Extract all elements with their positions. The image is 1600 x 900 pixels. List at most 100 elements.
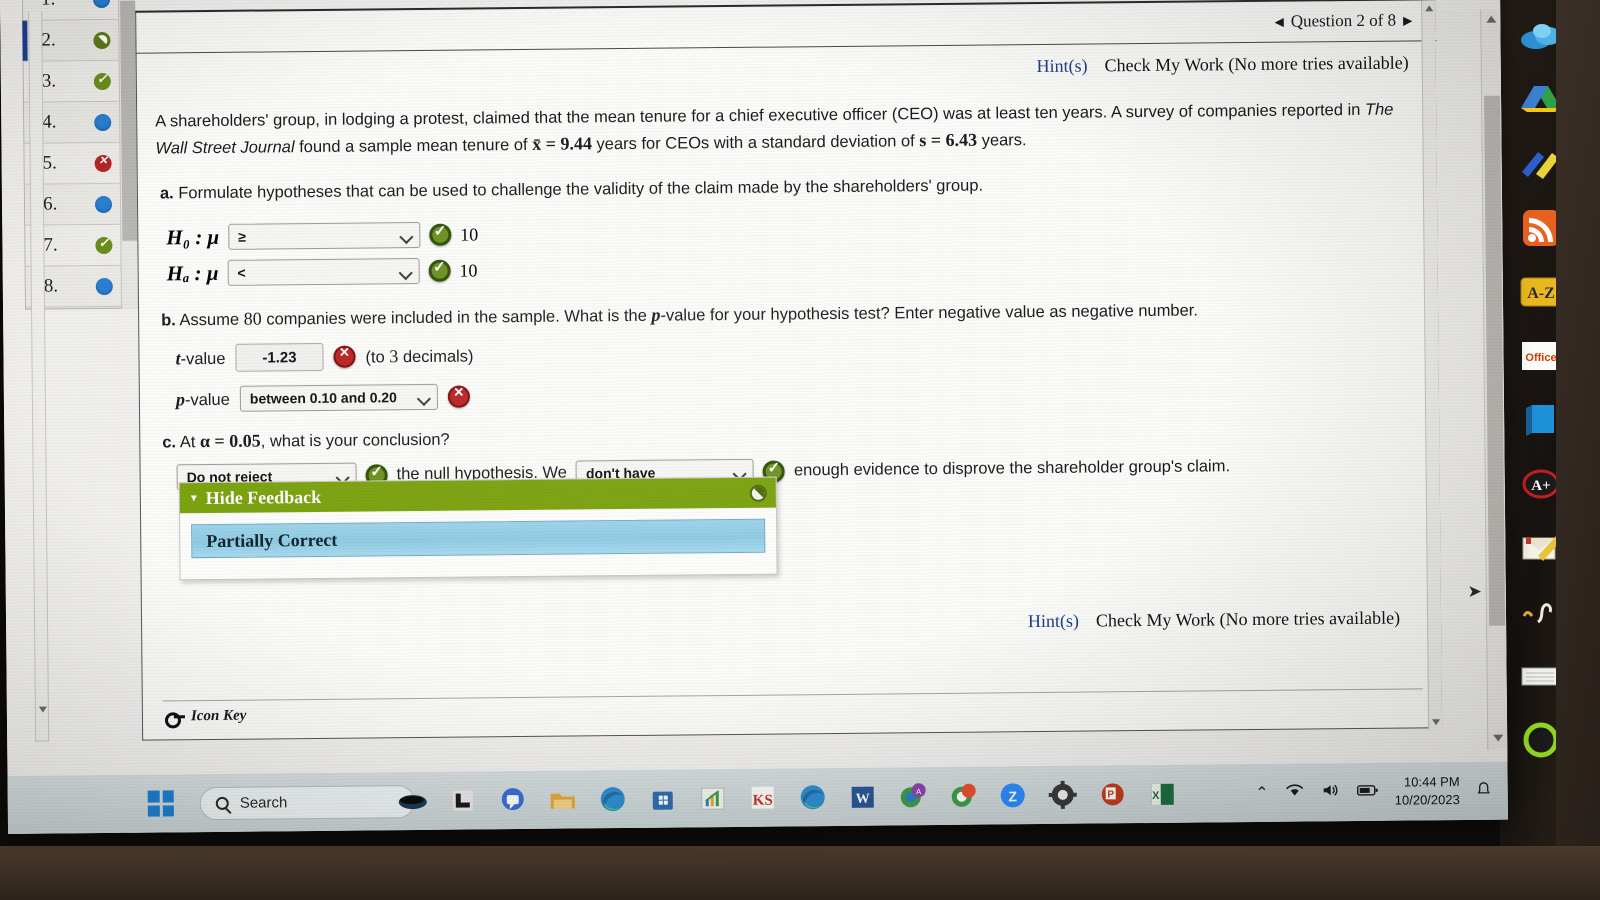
question-card: ◀ Question 2 of 8 ▶ Hint(s) Check My Wor… (135, 0, 1443, 741)
std-dev-expression: s = 6.43 (919, 129, 978, 151)
question-number: 5. (42, 152, 57, 174)
taskbar-app-zoom[interactable]: Z (998, 780, 1028, 810)
card-scrollbar[interactable] (1421, 0, 1443, 731)
question-number: 6. (42, 193, 58, 215)
taskbar-app-files[interactable] (548, 784, 578, 814)
next-question-icon[interactable]: ▶ (1403, 13, 1412, 28)
notification-icon[interactable] (1476, 780, 1492, 801)
stem-part-1: A shareholders' group, in lodging a prot… (155, 100, 1366, 131)
t-value-input[interactable] (235, 342, 324, 372)
sample-mean-expression: x̄ = 9.44 (532, 133, 592, 154)
question-number: 2. (41, 29, 56, 51)
clock-time: 10:44 PM (1403, 774, 1460, 791)
feedback-result-banner: Partially Correct (191, 518, 766, 559)
taskbar-app-edge[interactable] (598, 784, 628, 814)
triangle-down-icon[interactable]: ▼ (189, 493, 199, 504)
t-value-label: t-value (175, 347, 226, 368)
chevron-up-icon[interactable]: ⌃ (1255, 783, 1269, 803)
t-value-incorrect-icon (333, 345, 356, 368)
svg-text:KS: KS (753, 793, 773, 809)
scroll-down-arrow-icon[interactable] (1432, 719, 1441, 726)
hints-link-bottom[interactable]: Hint(s) (1028, 611, 1079, 632)
search-input[interactable]: Search (199, 784, 415, 820)
taskbar-app-word[interactable]: W (848, 782, 878, 812)
scroll-down-arrow-icon[interactable] (38, 706, 47, 713)
svg-text:X: X (1152, 790, 1160, 802)
status-badge-incorrect (94, 154, 112, 172)
p-value-select[interactable]: less than 0.005between 0.005 and 0.01bet… (239, 384, 438, 413)
part-b-text-a: Assume (179, 310, 244, 330)
ha-label: Hₐ : μ (166, 260, 219, 285)
ha-operator-select[interactable]: ≥>≤<= (227, 257, 420, 286)
wifi-icon[interactable] (1285, 782, 1305, 803)
start-icon[interactable] (147, 790, 174, 817)
taskbar-app-chrome-a[interactable]: A (898, 781, 928, 811)
bottom-hint-row: Hint(s) Check My Work (No more tries ava… (1028, 608, 1400, 633)
part-a-label: a. (159, 184, 174, 203)
h0-operator-select[interactable]: ≥>≤<= (228, 221, 421, 250)
ha-correct-icon (428, 259, 451, 282)
taskbar-app-pen[interactable] (398, 786, 428, 816)
svg-text:Z: Z (1008, 788, 1017, 804)
partial-credit-icon (749, 484, 767, 502)
p-value-select-wrap[interactable]: less than 0.005between 0.005 and 0.01bet… (239, 384, 438, 413)
taskbar-app-chrome[interactable] (948, 781, 978, 811)
laptop-screen: i ✕ Questions 1. 2. 3. (0, 0, 1508, 834)
question-number: 4. (42, 111, 57, 133)
feedback-body: Partially Correct (180, 508, 777, 580)
volume-icon[interactable] (1321, 782, 1341, 803)
close-icon[interactable]: ✕ (1463, 0, 1486, 6)
alpha-expression: α = 0.05 (199, 430, 261, 452)
taskbar-app-excel[interactable]: X (1148, 779, 1178, 809)
mouse-cursor-icon: ➤ (1467, 581, 1482, 601)
ha-operator-select-wrap[interactable]: ≥>≤<= (227, 257, 420, 286)
part-b-label: b. (161, 311, 176, 330)
h0-correct-icon (429, 223, 452, 246)
clock-date: 10/20/2023 (1394, 792, 1460, 808)
desk-foreground (0, 846, 1600, 900)
battery-icon[interactable] (1356, 782, 1379, 801)
key-icon (165, 711, 185, 723)
page-scroll-down-icon[interactable] (1493, 734, 1504, 742)
part-b-text-b: companies were included in the sample. W… (261, 306, 652, 329)
taskbar-app-chat[interactable] (498, 785, 528, 815)
question-number: 8. (43, 275, 59, 297)
page-scroll-up-icon[interactable] (1486, 15, 1497, 23)
top-hint-row: Hint(s) Check My Work (No more tries ava… (1037, 52, 1409, 77)
hide-feedback-label: Hide Feedback (205, 486, 322, 508)
svg-text:Office: Office (1525, 352, 1556, 364)
p-value-row: p-value less than 0.005between 0.005 and… (176, 384, 470, 414)
photo-background: A-Z Office A+ 2. 3. ✓ 4. 5. ✕ 6. 7. ✓ 8.… (0, 0, 1600, 900)
taskbar-app-store[interactable] (648, 784, 678, 814)
hints-link-top[interactable]: Hint(s) (1037, 56, 1088, 77)
p-value-label: p-value (175, 389, 230, 410)
h0-constant: 10 (460, 223, 479, 245)
part-c-prompt: c. At α = 0.05, what is your conclusion? (162, 426, 450, 456)
scroll-up-arrow-icon[interactable] (1425, 5, 1434, 12)
taskbar-left-group: Search (147, 784, 415, 821)
part-c-text-a: At (179, 433, 201, 452)
taskbar-app-powerpoint[interactable]: P (1098, 779, 1128, 809)
previous-question-icon[interactable]: ◀ (1274, 14, 1283, 29)
ha-constant: 10 (459, 259, 478, 281)
icon-key-link[interactable]: Icon Key (165, 708, 247, 726)
taskbar-clock[interactable]: 10:44 PM 10/20/2023 (1394, 773, 1460, 809)
stem-part-3: years for CEOs with a standard deviation… (591, 132, 920, 154)
taskbar-app-edge-2[interactable] (798, 782, 828, 812)
taskbar-app-ks[interactable]: KS (748, 783, 778, 813)
search-placeholder: Search (239, 793, 288, 812)
taskbar-app-explorer[interactable] (448, 785, 478, 815)
question-number: 3. (41, 70, 57, 92)
selected-indicator (22, 20, 28, 61)
taskbar-app-chart[interactable] (698, 783, 728, 813)
question-counter: Question 2 of 8 (1290, 10, 1397, 31)
check-my-work-top: Check My Work (No more tries available) (1104, 52, 1409, 76)
conclusion-tail-text: enough evidence to disprove the sharehol… (793, 457, 1231, 480)
question-navigator: ◀ Question 2 of 8 ▶ (1274, 10, 1412, 31)
status-badge-correct (95, 236, 113, 254)
taskbar-app-settings[interactable] (1048, 780, 1078, 810)
h0-operator-select-wrap[interactable]: ≥>≤<= (228, 221, 421, 250)
stem-part-4: years. (976, 131, 1027, 150)
feedback-header[interactable]: ▼ Hide Feedback (179, 477, 776, 514)
search-icon (215, 796, 229, 810)
